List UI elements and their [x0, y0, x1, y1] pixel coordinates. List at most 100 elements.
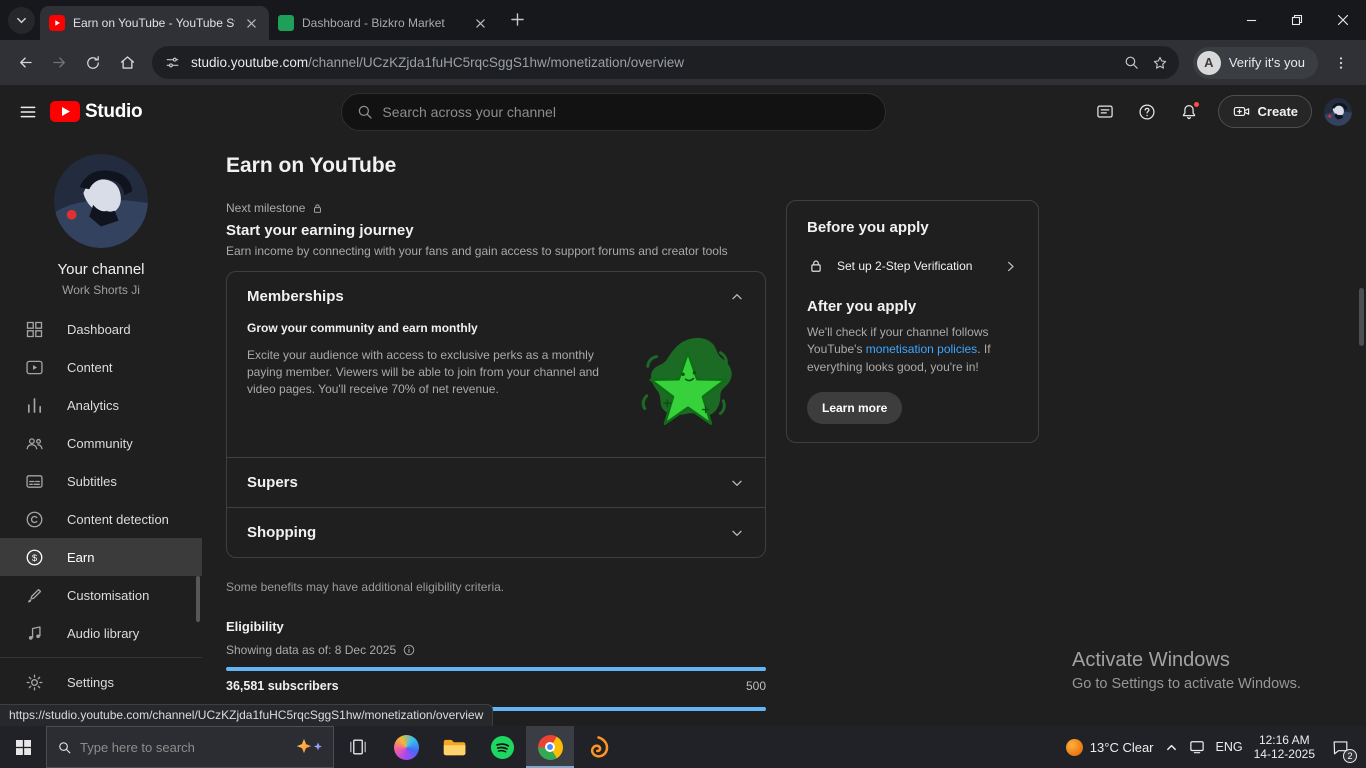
help-button[interactable] [1128, 93, 1166, 131]
subscribers-goal: 500 [746, 679, 766, 693]
account-avatar-letter: A [1197, 51, 1221, 75]
tab-search-button[interactable] [8, 7, 35, 34]
site-settings-icon [164, 54, 181, 71]
spotify-button[interactable] [478, 726, 526, 768]
bizkro-favicon [278, 15, 294, 31]
channel-avatar[interactable] [54, 154, 148, 248]
earn-icon: $ [24, 547, 45, 568]
page-title: Earn on YouTube [226, 154, 766, 178]
shopping-header[interactable]: Shopping [227, 508, 765, 557]
close-window-button[interactable] [1320, 0, 1366, 40]
earn-column: Earn on YouTube Next milestone Start you… [226, 154, 766, 711]
channel-name: Work Shorts Ji [0, 283, 202, 297]
shopping-title: Shopping [247, 524, 316, 541]
star-illustration [627, 335, 745, 443]
fl-studio-icon [586, 735, 611, 760]
browser-tab-inactive[interactable]: Dashboard - Bizkro Market [269, 6, 498, 40]
sidebar-item-content[interactable]: Content [0, 348, 202, 386]
studio-search-input[interactable] [382, 104, 879, 120]
memberships-header[interactable]: Memberships [227, 272, 765, 321]
hamburger-icon [18, 102, 38, 122]
sidebar-item-community[interactable]: Community [0, 424, 202, 462]
sidebar: Your channel Work Shorts Ji Dashboard Co… [0, 138, 202, 726]
address-bar[interactable]: studio.youtube.com/channel/UCzKZjda1fuHC… [152, 46, 1179, 79]
chevron-down-icon [729, 475, 745, 491]
subscribers-progress-bar [226, 667, 766, 671]
after-apply-body: We'll check if your channel follows YouT… [807, 324, 1018, 376]
feedback-button[interactable] [1086, 93, 1124, 131]
supers-header[interactable]: Supers [227, 458, 765, 507]
account-avatar[interactable] [1324, 98, 1352, 126]
monetisation-policies-link[interactable]: monetisation policies [866, 342, 977, 356]
forward-icon [50, 53, 69, 72]
studio-search-area [142, 93, 1085, 131]
apply-card: Before you apply Set up 2-Step Verificat… [786, 200, 1039, 443]
minimize-button[interactable] [1228, 0, 1274, 40]
studio-search-bar[interactable] [341, 93, 886, 131]
sidebar-item-dashboard[interactable]: Dashboard [0, 310, 202, 348]
info-icon[interactable] [402, 643, 416, 657]
sidebar-item-audio-library[interactable]: Audio library [0, 614, 202, 652]
task-view-button[interactable] [334, 726, 382, 768]
sidebar-item-content-detection[interactable]: Content detection [0, 500, 202, 538]
setup-2sv-row[interactable]: Set up 2-Step Verification [807, 257, 1018, 275]
next-milestone-label: Next milestone [226, 201, 305, 215]
data-as-of-label: Showing data as of: 8 Dec 2025 [226, 643, 396, 657]
weather-widget[interactable]: 13°C Clear [1066, 739, 1154, 756]
tab-close-button[interactable] [243, 15, 260, 32]
home-button[interactable] [110, 46, 144, 80]
tab-close-button[interactable] [472, 15, 489, 32]
avatar-artwork [1324, 98, 1352, 126]
file-explorer-button[interactable] [430, 726, 478, 768]
sidebar-item-label: Analytics [67, 398, 119, 413]
search-icon [57, 740, 72, 755]
after-apply-title: After you apply [807, 298, 1018, 315]
sidebar-item-subtitles[interactable]: Subtitles [0, 462, 202, 500]
clock[interactable]: 12:16 AM 14-12-2025 [1254, 733, 1315, 761]
sidebar-item-label: Settings [67, 675, 114, 690]
learn-more-button[interactable]: Learn more [807, 392, 902, 424]
chrome-button[interactable] [526, 726, 574, 768]
taskbar-search-box[interactable] [46, 726, 334, 768]
data-as-of-row: Showing data as of: 8 Dec 2025 [226, 643, 766, 657]
sidebar-item-analytics[interactable]: Analytics [0, 386, 202, 424]
sidebar-item-earn[interactable]: $ Earn [0, 538, 202, 576]
minimize-icon [1246, 15, 1257, 26]
memberships-description: Excite your audience with access to excl… [247, 347, 611, 443]
language-indicator[interactable]: ENG [1216, 740, 1243, 754]
action-center-button[interactable]: 2 [1326, 733, 1354, 761]
notifications-button[interactable] [1170, 93, 1208, 131]
tray-device-icon[interactable] [1189, 740, 1205, 754]
browser-tab-active[interactable]: Earn on YouTube - YouTube Stu [40, 6, 269, 40]
copyright-icon [24, 509, 45, 530]
sidebar-item-customisation[interactable]: Customisation [0, 576, 202, 614]
task-view-icon [347, 736, 369, 758]
verify-its-you-button[interactable]: A Verify it's you [1193, 47, 1318, 79]
bookmark-button[interactable] [1146, 49, 1174, 77]
sidebar-item-label: Subtitles [67, 474, 117, 489]
restore-button[interactable] [1274, 0, 1320, 40]
subscribers-count: 36,581 subscribers [226, 679, 339, 693]
content-icon [24, 357, 45, 378]
create-button[interactable]: Create [1218, 95, 1312, 128]
sidebar-item-settings[interactable]: Settings [0, 663, 202, 701]
reload-button[interactable] [76, 46, 110, 80]
memberships-body: Grow your community and earn monthly Exc… [227, 321, 765, 457]
back-button[interactable] [8, 46, 42, 80]
fl-studio-button[interactable] [574, 726, 622, 768]
forward-button[interactable] [42, 46, 76, 80]
tray-chevron-up-icon[interactable] [1165, 741, 1178, 754]
new-tab-button[interactable] [504, 6, 530, 32]
sidebar-scrollbar[interactable] [196, 576, 200, 622]
copilot-button[interactable] [382, 726, 430, 768]
browser-menu-button[interactable] [1324, 46, 1358, 80]
studio-logo[interactable]: Studio [50, 101, 142, 123]
start-button[interactable] [0, 726, 46, 768]
page-scrollbar[interactable] [1359, 288, 1364, 346]
your-channel-label: Your channel [0, 261, 202, 278]
zoom-button[interactable] [1118, 49, 1146, 77]
home-icon [118, 53, 137, 72]
taskbar-search-input[interactable] [80, 740, 287, 755]
hamburger-menu-button[interactable] [8, 92, 48, 132]
magnifier-icon [1123, 54, 1140, 71]
